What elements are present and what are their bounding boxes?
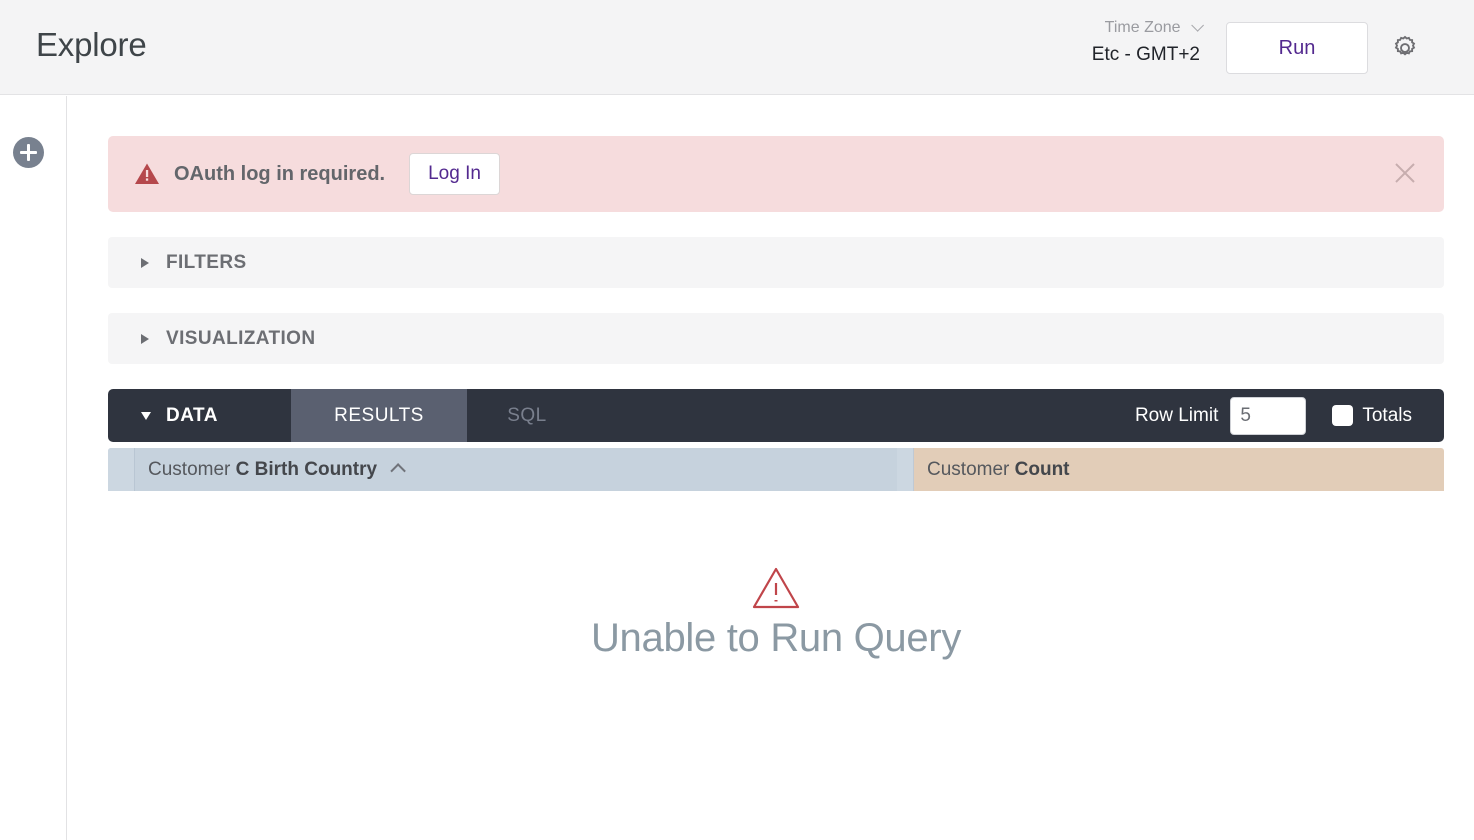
add-field-button[interactable]: [13, 137, 44, 168]
warning-triangle-filled-icon: [134, 161, 160, 187]
totals-label: Totals: [1362, 405, 1412, 427]
timezone-selector[interactable]: Time Zone Etc - GMT+2: [1000, 16, 1200, 68]
banner-close-button[interactable]: [1388, 157, 1422, 191]
column-header-measure[interactable]: Customer Count: [897, 448, 1444, 491]
oauth-login-button[interactable]: Log In: [409, 153, 500, 195]
data-section-toggle[interactable]: DATA: [108, 389, 218, 442]
triangle-right-icon: [141, 334, 149, 344]
oauth-banner: OAuth log in required. Log In: [108, 136, 1444, 212]
section-filters-label: FILTERS: [166, 252, 247, 274]
section-filters[interactable]: FILTERS: [108, 237, 1444, 288]
timezone-label: Time Zone: [1105, 16, 1181, 40]
timezone-label-row: Time Zone: [1000, 16, 1200, 40]
tab-sql[interactable]: SQL: [467, 389, 587, 442]
gear-icon: [1390, 33, 1420, 66]
triangle-right-icon: [141, 258, 149, 268]
column-prefix: Customer: [927, 459, 1009, 480]
column-prefix: Customer: [148, 459, 230, 480]
left-rail: [0, 96, 67, 840]
section-visualization-label: VISUALIZATION: [166, 328, 315, 350]
column-header-dimension-label: Customer C Birth Country: [148, 459, 405, 481]
triangle-down-icon: [141, 412, 151, 420]
data-toolbar: DATA RESULTS SQL Row Limit Totals: [108, 389, 1444, 442]
run-button[interactable]: Run: [1226, 22, 1368, 74]
column-header-dimension[interactable]: Customer C Birth Country: [108, 448, 897, 491]
data-section-label: DATA: [166, 405, 218, 427]
chevron-up-icon: [391, 463, 407, 479]
app-header: Explore Time Zone Etc - GMT+2 Run: [0, 0, 1474, 95]
main-content: OAuth log in required. Log In FILTERS VI…: [68, 96, 1474, 840]
section-visualization[interactable]: VISUALIZATION: [108, 313, 1444, 364]
close-icon: [1391, 159, 1419, 190]
column-header-measure-label: Customer Count: [927, 459, 1070, 481]
chevron-down-icon: [1191, 19, 1204, 32]
page-title: Explore: [36, 26, 147, 64]
empty-state: Unable to Run Query: [108, 566, 1444, 661]
data-toolbar-controls: Row Limit Totals: [1135, 389, 1444, 442]
timezone-value: Etc - GMT+2: [1000, 42, 1200, 68]
empty-state-message: Unable to Run Query: [108, 616, 1444, 661]
column-name: C Birth Country: [236, 459, 377, 480]
tab-results[interactable]: RESULTS: [291, 389, 467, 442]
settings-button[interactable]: [1384, 28, 1426, 70]
column-name: Count: [1015, 459, 1070, 480]
row-limit-input[interactable]: [1230, 397, 1306, 435]
column-divider: [897, 448, 914, 491]
results-table-header: Customer C Birth Country Customer Count: [108, 448, 1444, 491]
row-limit-label: Row Limit: [1135, 405, 1218, 427]
row-number-gutter: [108, 448, 135, 491]
totals-checkbox[interactable]: [1332, 405, 1353, 426]
warning-triangle-outline-icon: [751, 566, 801, 610]
oauth-banner-message: OAuth log in required.: [174, 163, 385, 186]
plus-circle-icon-vertical: [27, 144, 30, 161]
